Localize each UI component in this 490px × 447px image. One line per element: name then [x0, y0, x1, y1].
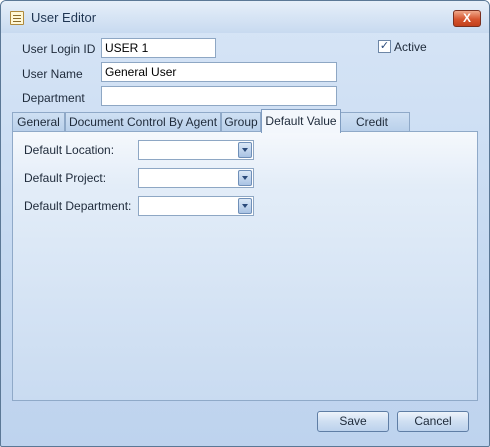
- default-location-dropdown[interactable]: [138, 140, 254, 160]
- department-label: Department: [22, 91, 85, 105]
- default-project-dropdown[interactable]: [138, 168, 254, 188]
- user-login-id-label: User Login ID: [22, 42, 96, 56]
- chevron-down-icon[interactable]: [238, 142, 252, 158]
- chevron-down-icon[interactable]: [238, 170, 252, 186]
- default-project-label: Default Project:: [24, 171, 107, 185]
- default-location-label: Default Location:: [24, 143, 115, 157]
- cancel-button[interactable]: Cancel: [397, 411, 469, 432]
- user-name-label: User Name: [22, 67, 83, 81]
- tab-credit-control[interactable]: Credit Control: [334, 112, 410, 148]
- document-edit-icon: [10, 11, 24, 25]
- user-login-id-field[interactable]: USER 1: [101, 38, 216, 58]
- user-name-field[interactable]: General User: [101, 62, 337, 82]
- tab-document-control-by-agent[interactable]: Document Control By Agent: [65, 112, 221, 132]
- active-checkbox[interactable]: ✓: [378, 40, 391, 53]
- default-department-dropdown[interactable]: [138, 196, 254, 216]
- window-title: User Editor: [31, 10, 97, 25]
- tab-general[interactable]: General: [12, 112, 65, 132]
- close-button[interactable]: X: [453, 10, 481, 27]
- department-field[interactable]: [101, 86, 337, 106]
- user-editor-window: User Editor X User Login ID USER 1 ✓ Act…: [0, 0, 490, 447]
- save-button[interactable]: Save: [317, 411, 389, 432]
- title-bar[interactable]: User Editor X: [1, 1, 489, 33]
- checkmark-icon: ✓: [379, 40, 390, 52]
- default-department-label: Default Department:: [24, 199, 132, 213]
- tab-group[interactable]: Group: [221, 112, 261, 132]
- default-value-panel: Default Location: Default Project: Defau…: [12, 131, 478, 401]
- chevron-down-icon[interactable]: [238, 198, 252, 214]
- active-label: Active: [394, 40, 427, 54]
- tab-default-value[interactable]: Default Value: [261, 109, 341, 133]
